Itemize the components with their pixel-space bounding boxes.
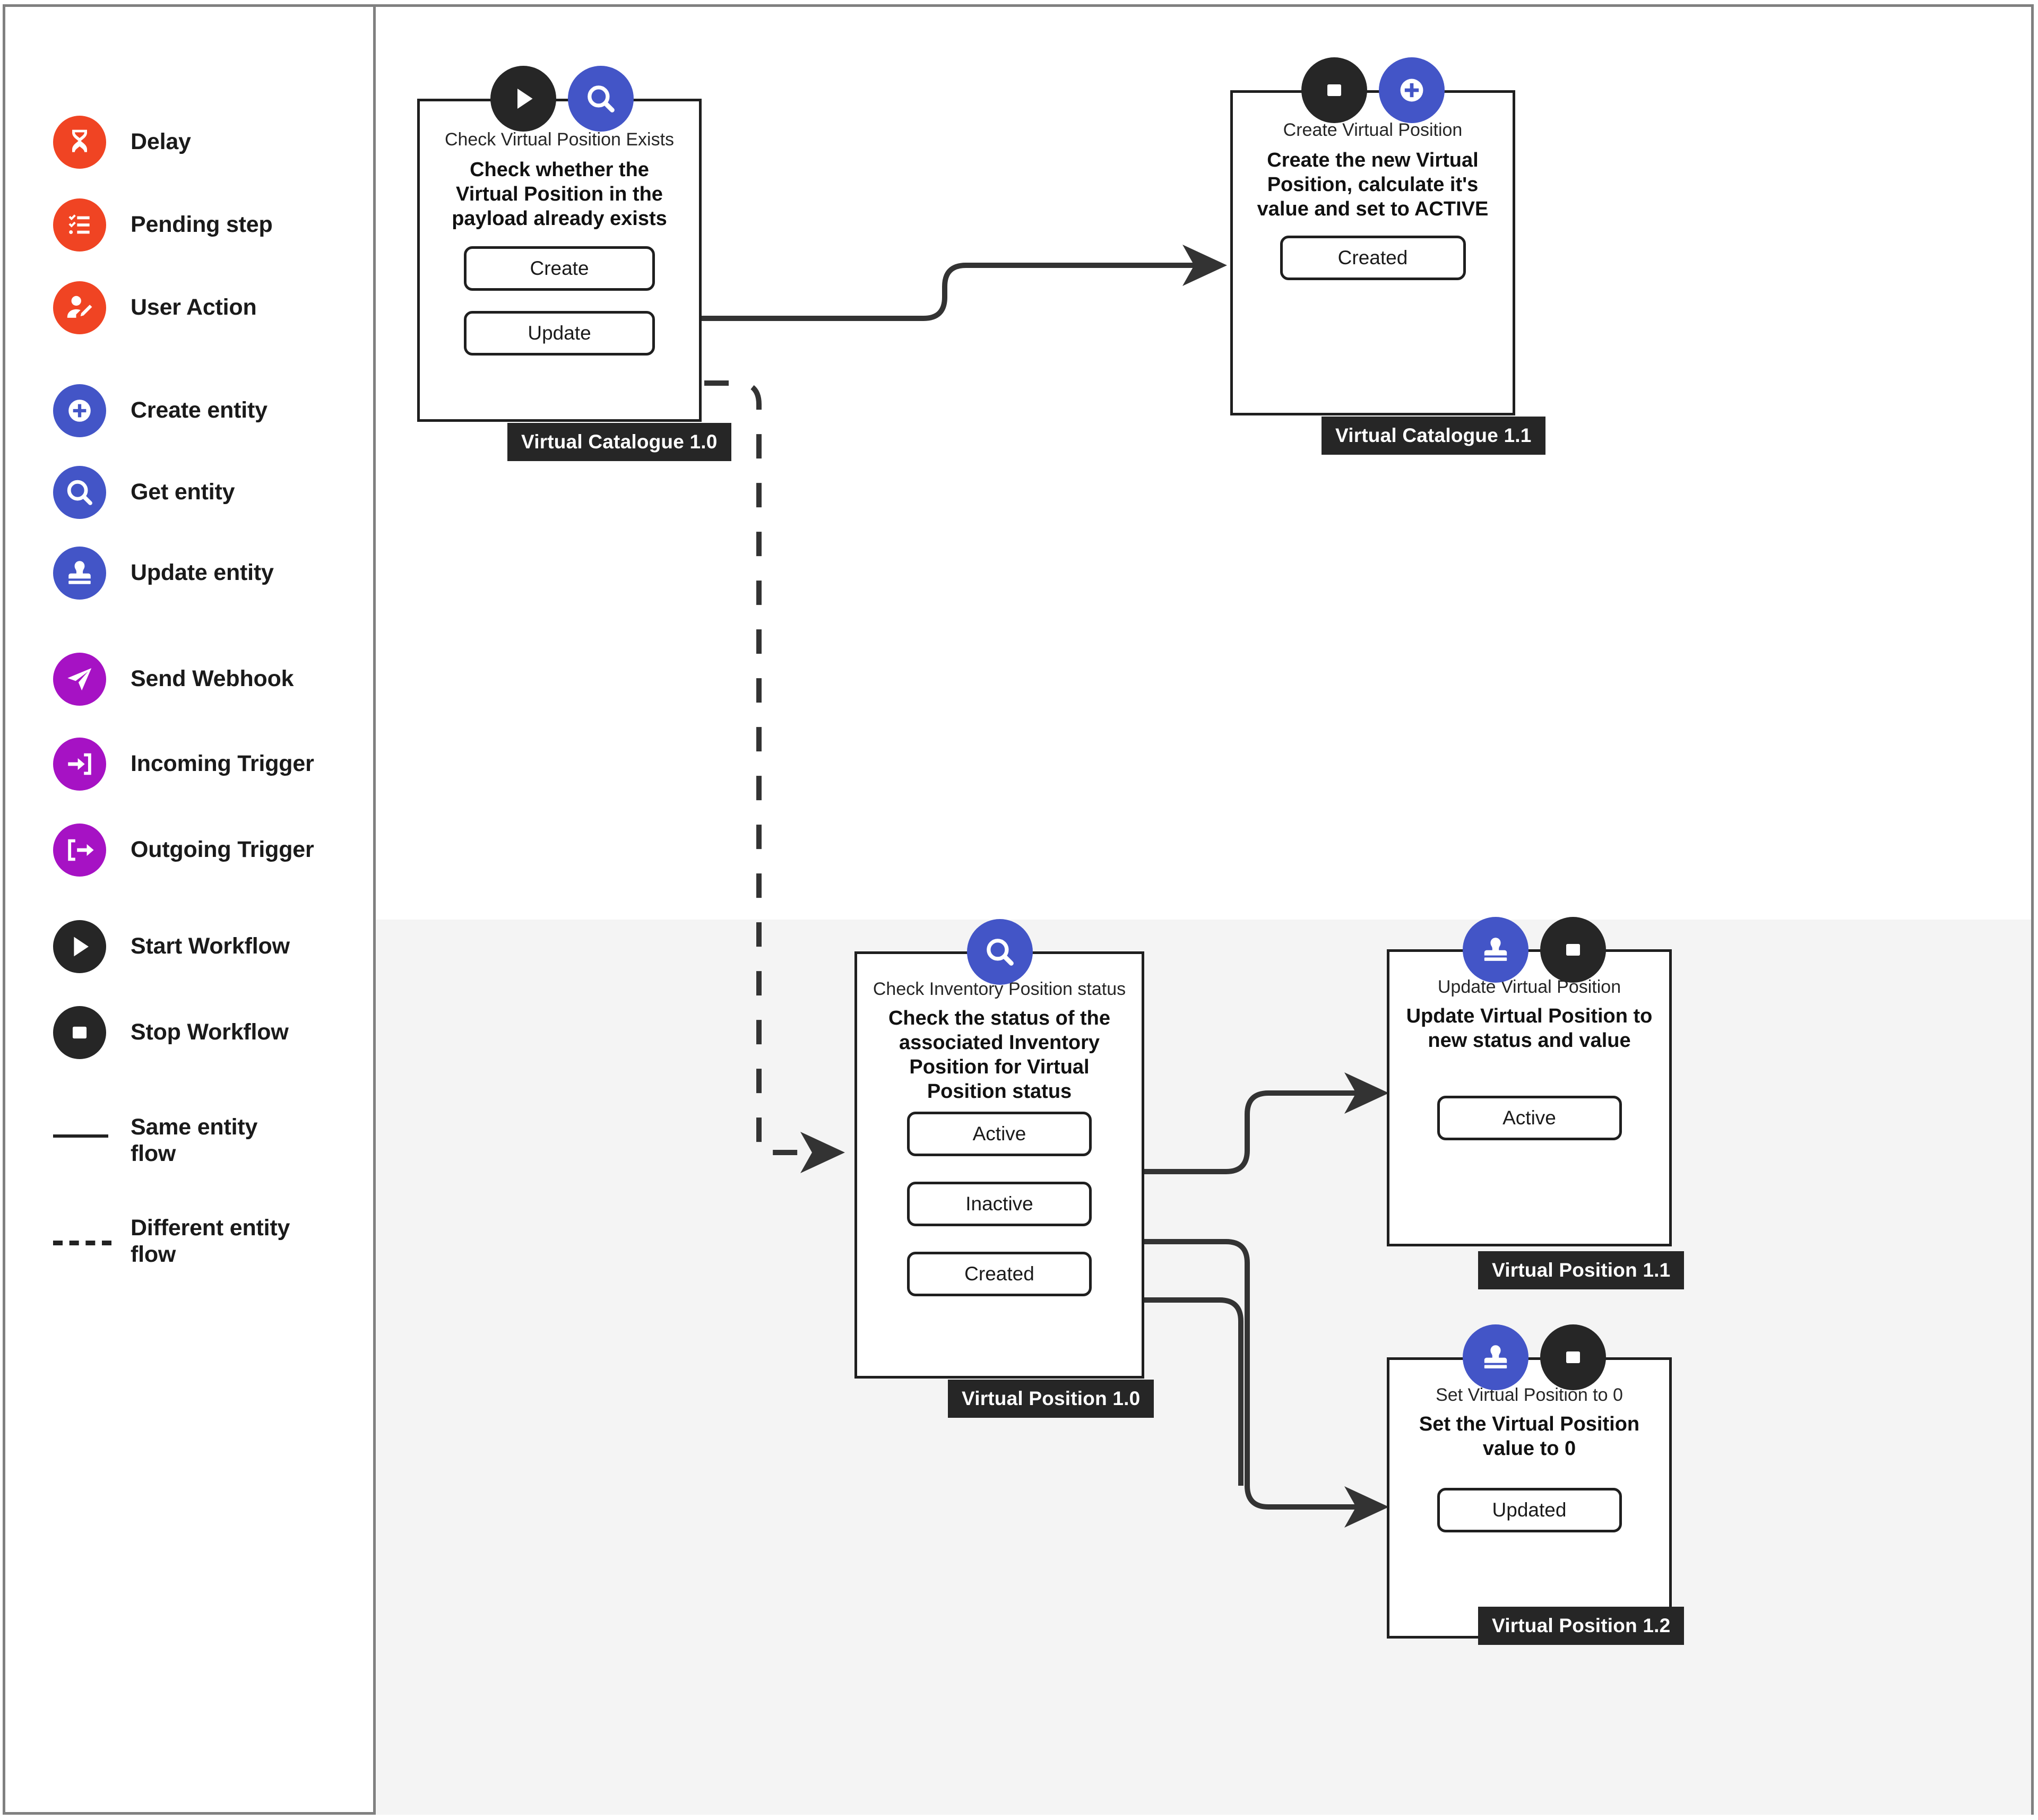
paper-plane-icon: [53, 653, 106, 706]
node-subtitle: Set Virtual Position to 0: [1436, 1385, 1623, 1405]
stamp-icon: [53, 547, 106, 600]
stop-icon: [53, 1006, 106, 1059]
node-output-active[interactable]: Active: [907, 1112, 1092, 1157]
stop-workflow-icon: [1540, 917, 1606, 983]
node-check-virtual-position-exists[interactable]: Check Virtual Position Exists Check whet…: [417, 99, 702, 422]
legend-item-label: Update entity: [131, 560, 274, 586]
node-title: Check the status of the associated Inven…: [888, 1007, 1111, 1103]
arrow-out-of-bracket-icon: [53, 824, 106, 877]
node-output-active[interactable]: Active: [1437, 1096, 1622, 1141]
node-version-badge: Virtual Position 1.1: [1478, 1251, 1685, 1289]
node-version-badge: Virtual Position 1.0: [948, 1380, 1154, 1418]
node-check-inventory-position-status[interactable]: Check Inventory Position status Check th…: [854, 951, 1144, 1379]
legend-item-label: Outgoing Trigger: [131, 837, 314, 863]
node-version-badge: Virtual Position 1.2: [1478, 1607, 1685, 1645]
node-version-badge: Virtual Catalogue 1.1: [1322, 417, 1545, 455]
legend-item-label: Same entity flow: [131, 1114, 258, 1166]
legend-item-incoming-trigger[interactable]: Incoming Trigger: [53, 738, 314, 791]
legend-item-delay[interactable]: Delay: [53, 116, 191, 169]
legend-panel: Delay Pending step User Action Create en…: [0, 0, 373, 1820]
legend-item-label: User Action: [131, 294, 257, 320]
arrow-into-bracket-icon: [53, 738, 106, 791]
node-title: Check whether the Virtual Position in th…: [452, 159, 667, 230]
play-icon: [53, 920, 106, 973]
node-version-badge: Virtual Catalogue 1.0: [507, 423, 731, 461]
legend-item-send-webhook[interactable]: Send Webhook: [53, 653, 294, 706]
solid-line-sample: [53, 1134, 108, 1138]
node-subtitle: Create Virtual Position: [1283, 120, 1463, 140]
node-create-virtual-position[interactable]: Create Virtual Position Create the new V…: [1230, 90, 1515, 415]
legend-item-start-workflow[interactable]: Start Workflow: [53, 920, 290, 973]
get-entity-icon: [568, 66, 634, 132]
legend-item-label: Create entity: [131, 397, 267, 423]
get-entity-icon: [967, 919, 1033, 985]
node-title: Create the new Virtual Position, calcula…: [1257, 149, 1489, 221]
legend-item-label: Incoming Trigger: [131, 751, 314, 777]
node-output-update[interactable]: Update: [464, 311, 655, 356]
legend-item-user-action[interactable]: User Action: [53, 281, 257, 334]
user-edit-icon: [53, 281, 106, 334]
node-output-create[interactable]: Create: [464, 246, 655, 291]
node-output-created[interactable]: Created: [1280, 236, 1466, 281]
node-output-inactive[interactable]: Inactive: [907, 1182, 1092, 1227]
legend-item-label: Pending step: [131, 212, 273, 238]
start-workflow-icon: [490, 66, 556, 132]
legend-item-label: Send Webhook: [131, 666, 294, 692]
update-entity-icon: [1463, 917, 1528, 983]
stop-workflow-icon: [1301, 57, 1367, 123]
legend-item-pending-step[interactable]: Pending step: [53, 198, 273, 252]
diagram-canvas: Delay Pending step User Action Create en…: [0, 0, 2038, 1820]
legend-item-get-entity[interactable]: Get entity: [53, 466, 235, 519]
checklist-icon: [53, 198, 106, 252]
update-entity-icon: [1463, 1324, 1528, 1390]
plus-circle-icon: [53, 384, 106, 437]
legend-item-create-entity[interactable]: Create entity: [53, 384, 267, 437]
node-set-virtual-position-to-zero[interactable]: Set Virtual Position to 0 Set the Virtua…: [1387, 1357, 1672, 1639]
legend-divider: [373, 4, 376, 1815]
legend-item-different-entity-flow: Different entity flow: [53, 1215, 332, 1268]
node-subtitle: Check Virtual Position Exists: [444, 129, 675, 150]
legend-item-label: Different entity flow: [131, 1215, 290, 1267]
node-update-virtual-position[interactable]: Update Virtual Position Update Virtual P…: [1387, 949, 1672, 1246]
legend-item-update-entity[interactable]: Update entity: [53, 547, 274, 600]
create-entity-icon: [1379, 57, 1445, 123]
node-output-created[interactable]: Created: [907, 1252, 1092, 1297]
node-subtitle: Update Virtual Position: [1437, 977, 1621, 997]
legend-item-label: Stop Workflow: [131, 1019, 289, 1045]
legend-item-outgoing-trigger[interactable]: Outgoing Trigger: [53, 824, 314, 877]
dashed-line-sample: [53, 1241, 111, 1245]
legend-item-stop-workflow[interactable]: Stop Workflow: [53, 1006, 289, 1059]
legend-item-same-entity-flow: Same entity flow: [53, 1114, 300, 1167]
node-output-updated[interactable]: Updated: [1437, 1488, 1622, 1533]
legend-item-label: Start Workflow: [131, 933, 290, 959]
hourglass-icon: [53, 116, 106, 169]
magnifier-icon: [53, 466, 106, 519]
legend-item-label: Get entity: [131, 479, 235, 505]
legend-item-label: Delay: [131, 129, 191, 155]
node-title: Update Virtual Position to new status an…: [1406, 1005, 1653, 1052]
lower-section-background: [376, 920, 2031, 1815]
stop-workflow-icon: [1540, 1324, 1606, 1390]
node-title: Set the Virtual Position value to 0: [1419, 1413, 1640, 1460]
